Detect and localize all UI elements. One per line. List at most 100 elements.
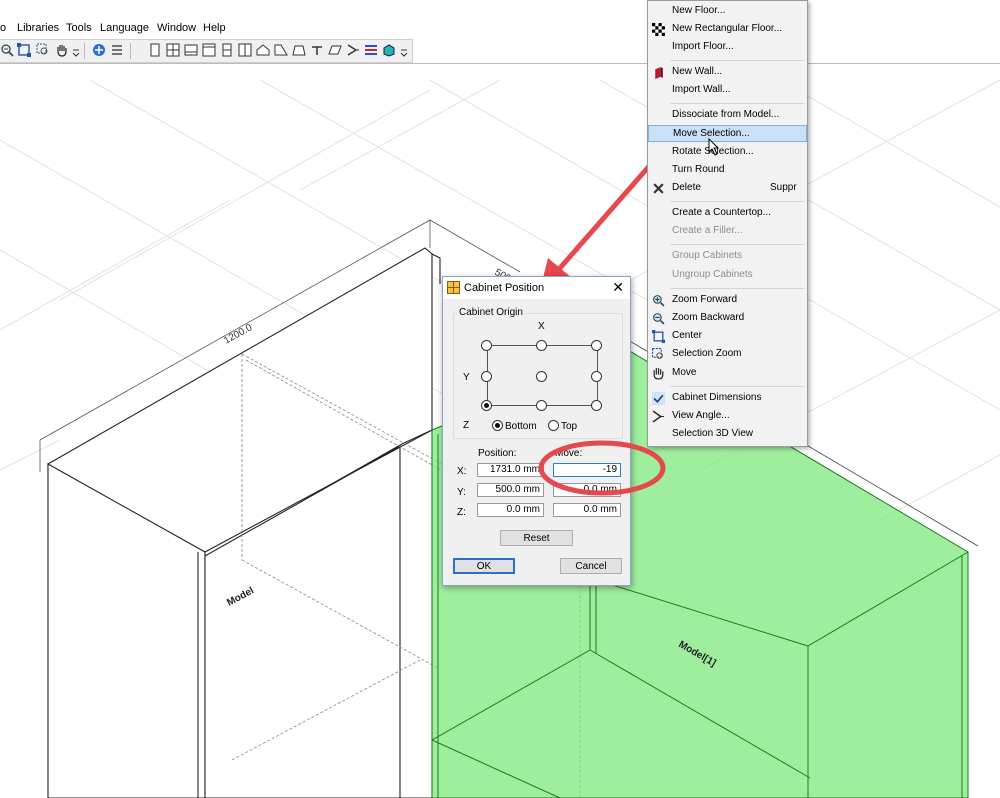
delete-shortcut: Suppr: [770, 182, 797, 193]
origin-radio-bottom-right[interactable]: [591, 400, 602, 411]
box-3d-icon[interactable]: [382, 43, 396, 57]
cabinet-1-icon[interactable]: [148, 43, 162, 57]
menu-item-create-countertop[interactable]: Create a Countertop...: [648, 205, 807, 222]
position-y-field[interactable]: 500.0 mm: [477, 483, 544, 497]
move-x-field[interactable]: -19: [553, 463, 621, 477]
bottom-radio[interactable]: [492, 420, 503, 431]
menu-item-dissociate-from-model[interactable]: Dissociate from Model...: [648, 107, 807, 124]
hand-icon: [653, 368, 664, 380]
menu-item-zoom-backward[interactable]: Zoom Backward: [648, 310, 807, 327]
row-y-label: Y:: [457, 487, 466, 498]
menu-window[interactable]: Window: [157, 22, 196, 34]
top-radio[interactable]: [548, 420, 559, 431]
cabinet-2-icon[interactable]: [166, 43, 180, 57]
position-header: Position:: [478, 448, 517, 459]
trapezoid-icon[interactable]: [292, 43, 306, 57]
origin-radio-mid-center[interactable]: [536, 371, 547, 382]
menu-separator: [670, 201, 804, 202]
cabinet-3-icon[interactable]: [184, 43, 198, 57]
selection-zoom-icon: [652, 348, 663, 359]
checker-icon: [652, 23, 665, 36]
position-x-field[interactable]: 1731.0 mm: [477, 463, 544, 477]
wall-icon: [655, 67, 663, 79]
move-header: Move:: [555, 448, 583, 459]
cabinet-4-icon[interactable]: [202, 43, 216, 57]
shape-icon[interactable]: [274, 43, 288, 57]
menu-item-cabinet-dimensions[interactable]: Cabinet Dimensions: [648, 390, 807, 407]
origin-radio-bottom-left[interactable]: [481, 400, 492, 411]
row-x-label: X:: [457, 466, 467, 477]
dimension-1200-label: 1200.0: [222, 322, 254, 347]
menu-item-new-wall[interactable]: New Wall...: [648, 64, 807, 81]
layers-icon[interactable]: [364, 43, 378, 57]
menu-item-center[interactable]: Center: [648, 328, 807, 345]
menu-item-selection-zoom[interactable]: Selection Zoom: [648, 346, 807, 363]
reset-button[interactable]: Reset: [500, 530, 573, 546]
ok-button[interactable]: OK: [453, 558, 515, 574]
menu-item-turn-round[interactable]: Turn Round: [648, 162, 807, 179]
move-z-field[interactable]: 0.0 mm: [553, 503, 621, 517]
origin-radio-mid-right[interactable]: [591, 371, 602, 382]
center-icon[interactable]: [17, 43, 31, 57]
origin-radio-top-center[interactable]: [536, 340, 547, 351]
roof-icon[interactable]: [256, 43, 270, 57]
menu-item-new-rectangular-floor[interactable]: New Rectangular Floor...: [648, 21, 807, 38]
menubar: o Libraries Tools Language Window Help: [0, 19, 1000, 37]
cabinet-5-icon[interactable]: [220, 43, 234, 57]
menu-separator: [670, 386, 804, 387]
cabinet-6-icon[interactable]: [238, 43, 252, 57]
menu-separator: [670, 244, 804, 245]
menu-language[interactable]: Language: [100, 22, 149, 34]
view-angle-icon: [652, 410, 664, 423]
cabinet-icon: [447, 281, 460, 294]
close-icon[interactable]: ✕: [612, 280, 624, 294]
checkmark-icon: [652, 392, 665, 405]
menu-tools[interactable]: Tools: [66, 22, 92, 34]
toolbar-grip-icon[interactable]: [72, 43, 80, 57]
toolbar-grip-icon[interactable]: [400, 43, 408, 57]
view-icon[interactable]: [92, 43, 106, 57]
center-icon: [652, 330, 665, 343]
menu-item-view-angle[interactable]: View Angle...: [648, 408, 807, 425]
hand-icon[interactable]: [55, 43, 69, 57]
menu-item-rotate-selection[interactable]: Rotate Selection...: [648, 144, 807, 161]
tap-icon[interactable]: [310, 43, 324, 57]
angle-icon[interactable]: [346, 43, 360, 57]
dialog-title: Cabinet Position: [464, 282, 545, 294]
menu-item-import-floor[interactable]: Import Floor...: [648, 39, 807, 56]
menu-file-partial[interactable]: o: [0, 22, 6, 34]
toolbar-separator: [84, 43, 85, 59]
mouse-cursor-icon: [708, 138, 720, 156]
cancel-button[interactable]: Cancel: [560, 558, 622, 574]
origin-radio-top-right[interactable]: [591, 340, 602, 351]
menu-item-group-cabinets[interactable]: Group Cabinets: [648, 248, 807, 265]
menu-item-delete[interactable]: Delete Suppr: [648, 180, 807, 197]
menu-item-move-selection[interactable]: Move Selection...: [648, 125, 807, 142]
dialog-title-bar[interactable]: Cabinet Position ✕: [443, 277, 630, 299]
origin-radio-mid-left[interactable]: [481, 371, 492, 382]
origin-radio-top-left[interactable]: [481, 340, 492, 351]
axis-y-label: Y: [463, 372, 470, 383]
menu-help[interactable]: Help: [203, 22, 226, 34]
list-icon[interactable]: [110, 43, 124, 57]
menu-item-create-filler[interactable]: Create a Filler...: [648, 223, 807, 240]
menu-item-ungroup-cabinets[interactable]: Ungroup Cabinets: [648, 267, 807, 284]
bottom-label: Bottom: [505, 421, 537, 432]
move-y-field[interactable]: 0.0 mm: [553, 483, 621, 497]
zoom-out-icon[interactable]: [0, 43, 14, 57]
menu-item-new-floor[interactable]: New Floor...: [648, 3, 807, 20]
parallelogram-icon[interactable]: [328, 43, 342, 57]
menu-item-move[interactable]: Move: [648, 365, 807, 382]
menu-libraries[interactable]: Libraries: [17, 22, 59, 34]
context-menu: New Floor... New Rectangular Floor... Im…: [647, 0, 808, 447]
selection-zoom-icon[interactable]: [36, 43, 50, 57]
toolbar-separator: [130, 43, 131, 59]
zoom-out-icon: [653, 313, 665, 325]
menu-item-selection-3d-view[interactable]: Selection 3D View: [648, 426, 807, 443]
delete-icon: [653, 183, 664, 194]
origin-radio-bottom-center[interactable]: [536, 400, 547, 411]
menu-item-zoom-forward[interactable]: Zoom Forward: [648, 292, 807, 309]
position-z-field[interactable]: 0.0 mm: [477, 503, 544, 517]
zoom-in-icon: [653, 295, 665, 307]
menu-item-import-wall[interactable]: Import Wall...: [648, 82, 807, 99]
